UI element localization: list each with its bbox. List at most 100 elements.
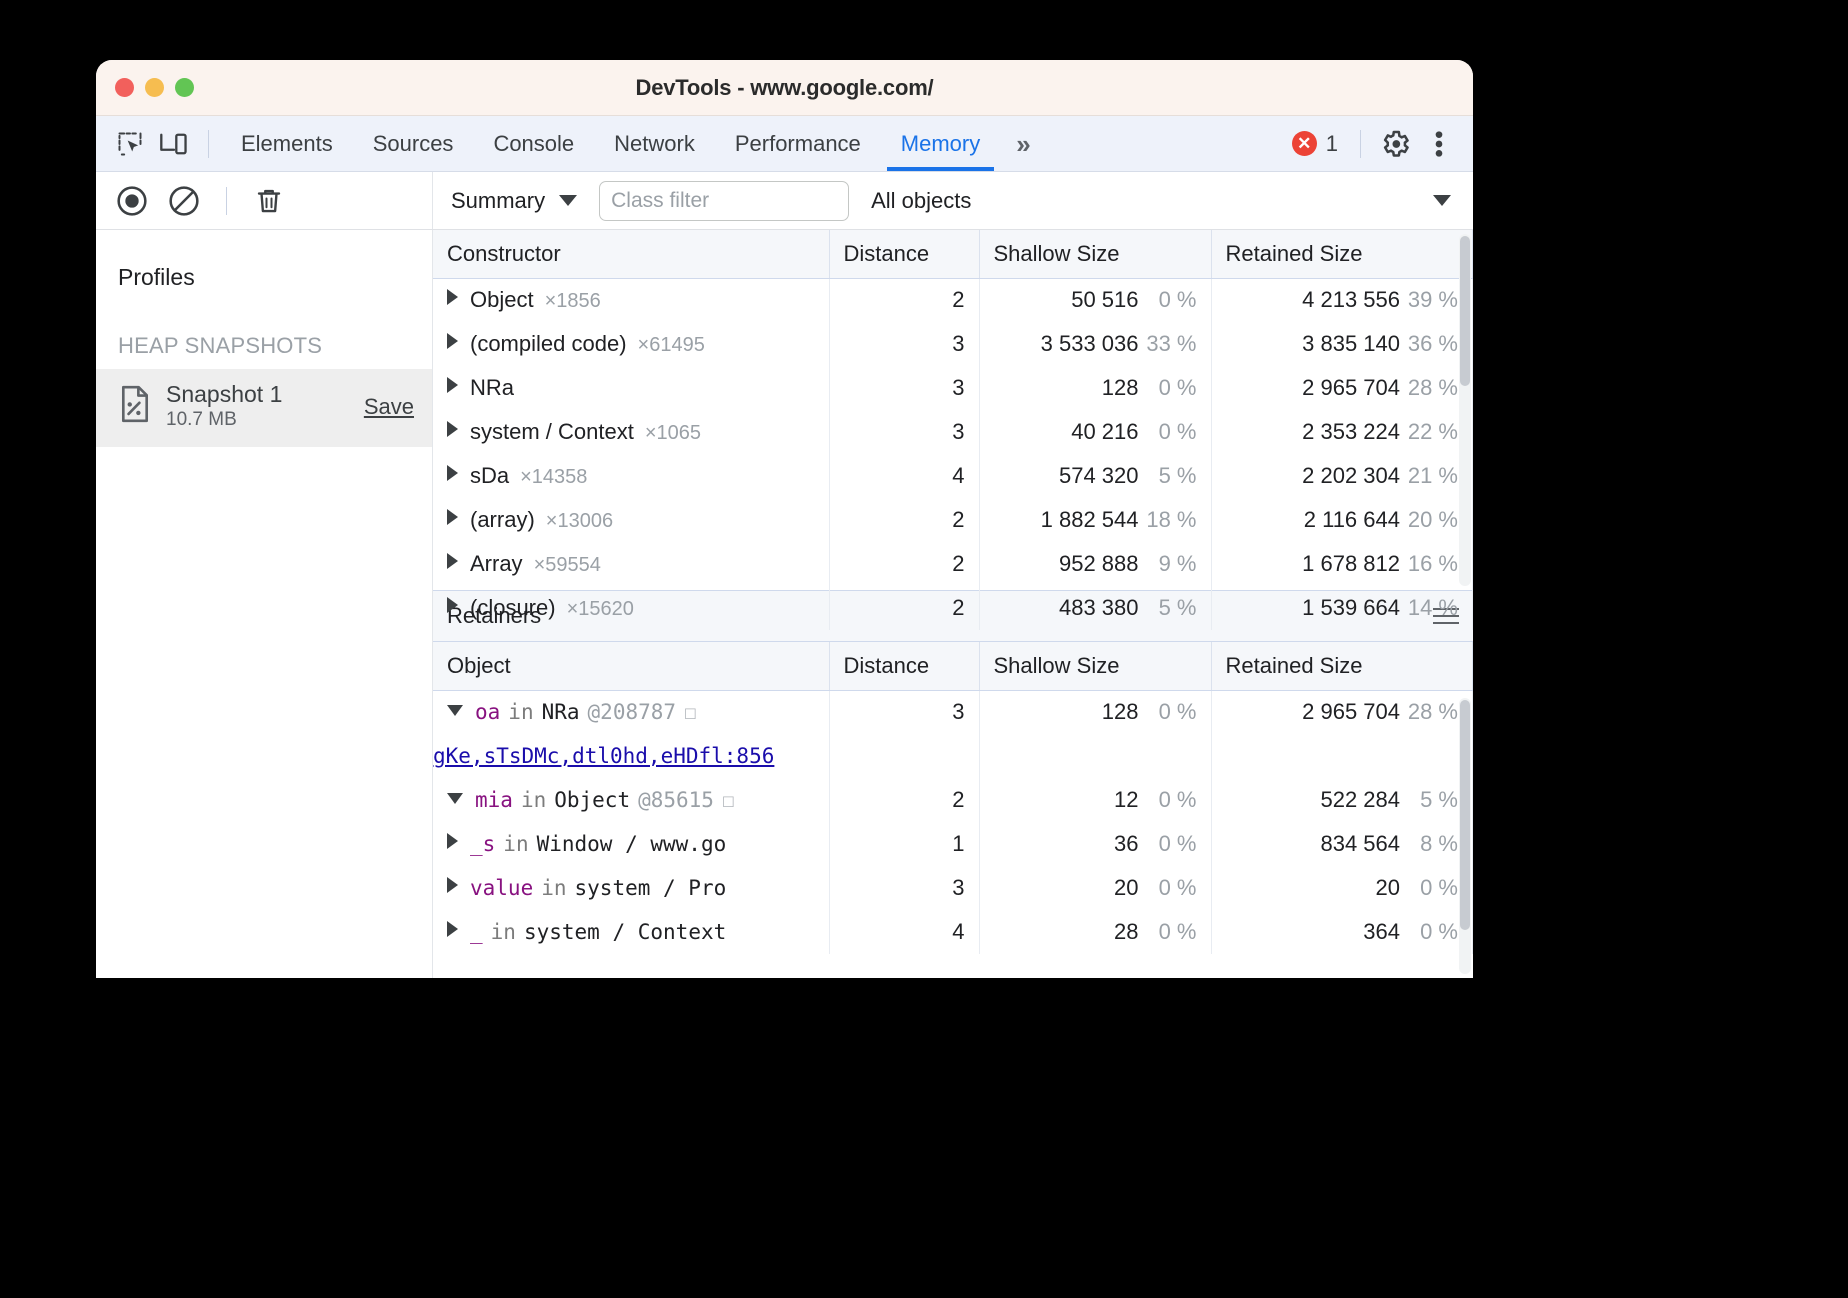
retainers-grid-scroll-thumb[interactable] — [1460, 700, 1470, 930]
expand-triangle-icon[interactable] — [447, 377, 458, 393]
expand-triangle-icon[interactable] — [447, 553, 458, 569]
table-row[interactable]: sDa×14358 4 574 3205 % 2 202 30421 % — [433, 454, 1473, 498]
table-row[interactable]: (compiled code)×61495 3 3 533 03633 % 3 … — [433, 322, 1473, 366]
column-header-retained-size[interactable]: Retained Size — [1211, 230, 1473, 278]
table-row[interactable]: NRa 3 1280 % 2 965 70428 % — [433, 366, 1473, 410]
column-header-retained-size[interactable]: Retained Size — [1211, 642, 1473, 690]
column-header-distance[interactable]: Distance — [829, 230, 979, 278]
table-row[interactable]: valueinsystem / Pro 3 200 % 200 % — [433, 866, 1473, 910]
expand-triangle-icon[interactable] — [447, 421, 458, 437]
constructor-grid-scroll-thumb[interactable] — [1460, 236, 1470, 386]
maximize-window-button[interactable] — [175, 78, 194, 97]
constructor-cell[interactable]: (compiled code)×61495 — [433, 322, 829, 366]
table-row[interactable]: _insystem / Context 4 280 % 3640 % — [433, 910, 1473, 954]
gear-icon[interactable] — [1373, 124, 1417, 164]
constructor-cell[interactable]: (closure)×15620 — [433, 586, 829, 630]
no-entry-circle-icon[interactable] — [162, 181, 206, 221]
column-header-constructor[interactable]: Constructor — [433, 230, 829, 278]
inspect-element-icon[interactable] — [108, 124, 152, 164]
tab-sources[interactable]: Sources — [353, 116, 474, 171]
snapshot-name: Snapshot 1 — [166, 381, 282, 408]
retainers-grid-scrollbar[interactable] — [1459, 698, 1471, 974]
more-tabs-icon[interactable]: » — [1000, 131, 1046, 157]
objects-select-chevron-down-icon[interactable] — [1433, 195, 1451, 206]
constructor-cell[interactable]: system / Context×1065 — [433, 410, 829, 454]
trash-icon[interactable] — [247, 181, 291, 221]
retained-size-cell: 1 678 81216 % — [1211, 542, 1473, 586]
window-titlebar: DevTools - www.google.com/ — [96, 60, 1473, 116]
record-circle-icon[interactable] — [110, 181, 154, 221]
table-row[interactable]: _sinWindow / www.go 1 360 % 834 5648 % — [433, 822, 1473, 866]
distance-cell — [829, 734, 979, 778]
constructor-count: ×61495 — [638, 334, 705, 356]
tab-console[interactable]: Console — [473, 116, 594, 171]
distance-cell: 3 — [829, 322, 979, 366]
constructor-cell[interactable]: (array)×13006 — [433, 498, 829, 542]
table-row[interactable]: oainNRa@208787☐ 3 1280 % 2 965 70428 % — [433, 690, 1473, 734]
save-snapshot-link[interactable]: Save — [364, 394, 414, 420]
column-header-distance[interactable]: Distance — [829, 642, 979, 690]
constructor-cell[interactable]: sDa×14358 — [433, 454, 829, 498]
distance-cell: 4 — [829, 910, 979, 954]
view-select[interactable]: Summary — [451, 188, 577, 214]
expand-triangle-icon[interactable] — [447, 921, 458, 937]
retainer-object-cell[interactable]: oainNRa@208787☐ — [433, 690, 829, 734]
table-row[interactable]: (closure)×15620 2 483 3805 % 1 539 66414… — [433, 586, 1473, 630]
distance-cell: 3 — [829, 366, 979, 410]
constructor-cell[interactable]: Array×59554 — [433, 542, 829, 586]
expand-triangle-icon[interactable] — [447, 509, 458, 525]
constructor-grid-scrollbar[interactable] — [1459, 234, 1471, 586]
retainer-object-cell[interactable]: valueinsystem / Pro — [433, 866, 829, 910]
memory-panel-body: Profiles HEAP SNAPSHOTS Snapshot 1 — [96, 230, 1473, 978]
table-row[interactable]: Object×1856 2 50 5160 % 4 213 55639 % — [433, 278, 1473, 322]
retainer-source-url-cell[interactable]: gKe,sTsDMc,dtl0hd,eHDfl:856 — [433, 734, 829, 778]
retained-size-cell: 2 965 70428 % — [1211, 366, 1473, 410]
column-header-shallow-size[interactable]: Shallow Size — [979, 230, 1211, 278]
expand-triangle-icon[interactable] — [447, 333, 458, 349]
table-row[interactable]: (array)×13006 2 1 882 54418 % 2 116 6442… — [433, 498, 1473, 542]
retainer-class: system / Context — [524, 920, 726, 944]
class-filter-input[interactable] — [599, 181, 849, 221]
tab-memory[interactable]: Memory — [881, 116, 1000, 171]
constructor-cell[interactable]: NRa — [433, 366, 829, 410]
tab-performance[interactable]: Performance — [715, 116, 881, 171]
expand-triangle-icon[interactable] — [447, 877, 458, 893]
table-row[interactable]: miainObject@85615☐ 2 120 % 522 2845 % — [433, 778, 1473, 822]
retainer-object-cell[interactable]: _sinWindow / www.go — [433, 822, 829, 866]
panel-tabs: Elements Sources Console Network Perform… — [221, 116, 1000, 171]
tab-network[interactable]: Network — [594, 116, 715, 171]
retainer-object-cell[interactable]: _insystem / Context — [433, 910, 829, 954]
table-row[interactable]: Array×59554 2 952 8889 % 1 678 81216 % — [433, 542, 1473, 586]
expand-triangle-icon[interactable] — [447, 289, 458, 305]
constructor-grid-pane: Constructor Distance Shallow Size Retain… — [433, 230, 1473, 590]
constructor-cell[interactable]: Object×1856 — [433, 278, 829, 322]
column-header-shallow-size[interactable]: Shallow Size — [979, 642, 1211, 690]
constructor-grid-body: Object×1856 2 50 5160 % 4 213 55639 % (c… — [433, 278, 1473, 630]
shallow-size-cell: 120 % — [979, 778, 1211, 822]
collapse-triangle-icon[interactable] — [447, 705, 463, 716]
error-circle-x-icon: ✕ — [1292, 131, 1317, 156]
shallow-size-cell: 200 % — [979, 866, 1211, 910]
expand-triangle-icon[interactable] — [447, 597, 458, 613]
close-window-button[interactable] — [115, 78, 134, 97]
error-count-badge[interactable]: ✕ 1 — [1282, 131, 1348, 157]
table-row[interactable]: system / Context×1065 3 40 2160 % 2 353 … — [433, 410, 1473, 454]
source-location-link[interactable]: gKe,sTsDMc,dtl0hd,eHDfl:856 — [433, 744, 774, 768]
retainer-in-keyword: in — [503, 832, 528, 856]
traffic-lights — [115, 78, 194, 97]
three-dot-menu-icon[interactable] — [1417, 124, 1461, 164]
table-row[interactable]: gKe,sTsDMc,dtl0hd,eHDfl:856 — [433, 734, 1473, 778]
minimize-window-button[interactable] — [145, 78, 164, 97]
collapse-triangle-icon[interactable] — [447, 793, 463, 804]
objects-select-label[interactable]: All objects — [871, 188, 971, 214]
list-item[interactable]: Snapshot 1 10.7 MB Save — [96, 369, 432, 447]
expand-triangle-icon[interactable] — [447, 833, 458, 849]
column-header-object[interactable]: Object — [433, 642, 829, 690]
retainer-object-cell[interactable]: miainObject@85615☐ — [433, 778, 829, 822]
screenshot-stage: DevTools - www.google.com/ Elements Sour… — [0, 0, 1848, 1298]
retained-size-cell: 3640 % — [1211, 910, 1473, 954]
device-toolbar-icon[interactable] — [152, 124, 196, 164]
shallow-size-cell: 1 882 54418 % — [979, 498, 1211, 542]
expand-triangle-icon[interactable] — [447, 465, 458, 481]
tab-elements[interactable]: Elements — [221, 116, 353, 171]
